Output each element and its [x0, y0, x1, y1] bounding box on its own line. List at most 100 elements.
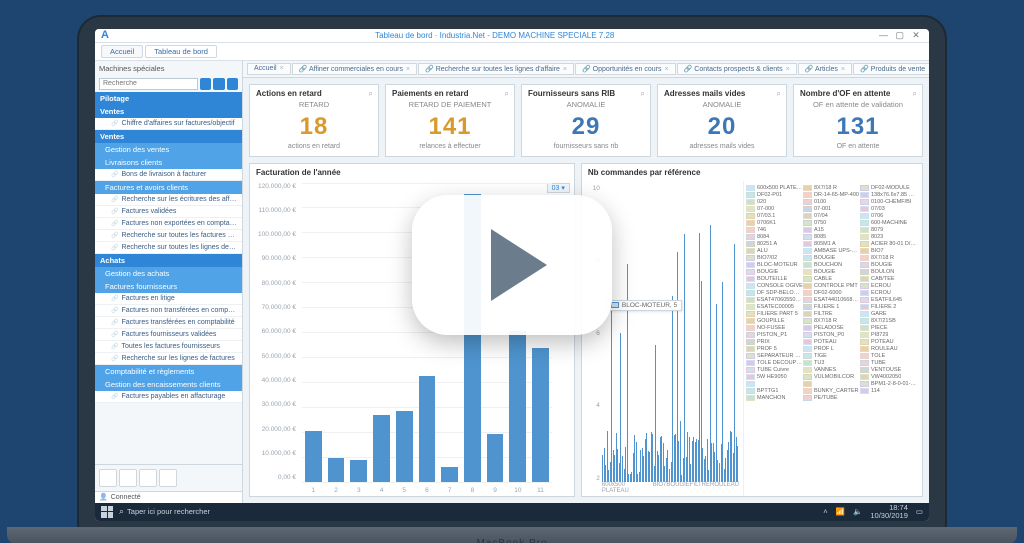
legend-item[interactable]: ECROU — [860, 290, 917, 296]
legend-item[interactable]: DF SDP-BELOW-505-M05-WSM — [746, 290, 803, 296]
legend-item[interactable]: CAB/TEE — [860, 276, 917, 282]
document-tab[interactable]: 🔗 Articles× — [798, 63, 852, 75]
sidebar-item[interactable]: Factures transférées en comptabilité — [95, 317, 242, 329]
legend-item[interactable]: 07/03.1 — [746, 213, 803, 219]
bar[interactable] — [419, 376, 436, 481]
magnify-icon[interactable]: ⌕ — [777, 89, 781, 99]
sidebar-item[interactable]: Recherche sur les lignes de factures — [95, 353, 242, 365]
sidebar-section[interactable]: Pilotage — [95, 92, 242, 105]
legend-item[interactable]: PELADOSE — [803, 325, 860, 331]
tab-close-icon[interactable]: × — [406, 66, 410, 73]
legend-item[interactable]: 8X7/21SB — [860, 318, 917, 324]
legend-item[interactable]: BPM1-2-8-0-01-RAY — [860, 381, 917, 387]
taskbar-notifications-icon[interactable]: ▭ — [916, 507, 923, 516]
legend-item[interactable]: 0706 — [860, 213, 917, 219]
legend-item[interactable]: VENTOUSE — [860, 367, 917, 373]
legend-item[interactable]: DR-14-65-MP-400 — [803, 192, 860, 198]
legend-item[interactable] — [746, 381, 803, 387]
legend-item[interactable]: TUBE Cuivre — [746, 367, 803, 373]
sidebar-subsection[interactable]: Gestion des ventes — [95, 143, 242, 156]
legend-item[interactable]: ESAT44010668610 — [803, 297, 860, 303]
legend-item[interactable]: DF02-MODULE — [860, 185, 917, 191]
sidebar-search-input[interactable] — [99, 78, 198, 90]
sidebar-subsection[interactable]: Livraisons clients — [95, 156, 242, 169]
bar[interactable] — [373, 415, 390, 482]
legend-item[interactable]: 8084 — [746, 234, 803, 240]
legend-item[interactable]: 114 — [860, 388, 917, 394]
legend-item[interactable]: FILIERE 2 — [860, 304, 917, 310]
legend-item[interactable]: CONSOLE OGIVE — [746, 283, 803, 289]
legend-item[interactable]: GARE — [860, 311, 917, 317]
ref-bar[interactable] — [684, 234, 685, 482]
legend-item[interactable]: 600x500 PLATEAU — [746, 185, 803, 191]
legend-item[interactable]: 07-000 — [746, 206, 803, 212]
bar[interactable] — [396, 411, 413, 482]
sidebar-foot-btn-3[interactable] — [139, 469, 157, 487]
legend-item[interactable]: 8X7/18 R — [803, 185, 860, 191]
legend-item[interactable]: VANNES — [803, 367, 860, 373]
bar[interactable] — [328, 458, 345, 482]
legend-item[interactable]: ESATFIL645 — [860, 297, 917, 303]
legend-item[interactable]: MANCHON — [746, 395, 803, 401]
magnify-icon[interactable]: ⌕ — [913, 89, 917, 99]
windows-start-icon[interactable] — [101, 506, 113, 518]
legend-item[interactable]: TOLE — [860, 353, 917, 359]
legend-item[interactable]: DF02-6000 — [803, 290, 860, 296]
sidebar-item[interactable]: Bons de livraison à facturer — [95, 169, 242, 181]
taskbar-search[interactable]: ⌕ Taper ici pour rechercher — [119, 506, 210, 517]
legend-item[interactable]: 8023 — [860, 234, 917, 240]
tab-close-icon[interactable]: × — [280, 65, 284, 72]
legend-item[interactable]: 0750 — [803, 220, 860, 226]
legend-item[interactable]: 805M1 A — [803, 241, 860, 247]
sidebar-item[interactable]: Factures en litige — [95, 293, 242, 305]
bar[interactable] — [487, 434, 504, 482]
bar[interactable] — [305, 431, 322, 481]
legend-item[interactable]: PI8729 — [860, 332, 917, 338]
kpi-card[interactable]: ⌕ Actions en retard RETARD 18 actions en… — [249, 84, 379, 157]
window-maximize-icon[interactable]: ▢ — [893, 30, 907, 41]
legend-item[interactable]: DF02-P01 — [746, 192, 803, 198]
legend-item[interactable]: ROULEAU — [860, 346, 917, 352]
sidebar-foot-btn-4[interactable] — [159, 469, 177, 487]
legend-item[interactable]: 0100-CHEMF/BI — [860, 199, 917, 205]
legend-item[interactable]: PRIX — [746, 339, 803, 345]
bar[interactable] — [532, 348, 549, 482]
kpi-card[interactable]: ⌕ Nombre d'OF en attente OF en attente d… — [793, 84, 923, 157]
document-tab[interactable]: 🔗 Affiner commerciales en cours× — [292, 63, 417, 75]
legend-item[interactable]: VULMOBILCOR — [803, 374, 860, 380]
sidebar-foot-btn-1[interactable] — [99, 469, 117, 487]
legend-item[interactable]: A15 — [803, 227, 860, 233]
breadcrumb-item[interactable]: Accueil — [101, 45, 143, 58]
sidebar-item[interactable]: Recherche sur les écritures des affaires — [95, 194, 242, 206]
sidebar-item[interactable]: Recherche sur toutes les lignes de factu… — [95, 242, 242, 254]
tab-close-icon[interactable]: × — [665, 66, 669, 73]
legend-item[interactable]: SEPARATEUR Vitré — [746, 353, 803, 359]
legend-item[interactable]: BPTTG1 — [746, 388, 803, 394]
legend-item[interactable]: 5W HE9050 — [746, 374, 803, 380]
legend-item[interactable]: BOULON — [860, 269, 917, 275]
legend-item[interactable]: PROF L — [803, 346, 860, 352]
document-tab[interactable]: Accueil× — [247, 63, 291, 75]
legend-item[interactable]: FILIERE PART 5 — [746, 311, 803, 317]
document-tab[interactable]: 🔗 Recherche sur toutes les lignes d'affa… — [418, 63, 574, 75]
kpi-card[interactable]: ⌕ Paiements en retard RETARD DE PAIEMENT… — [385, 84, 515, 157]
sidebar-search-go-icon[interactable] — [213, 78, 224, 90]
legend-item[interactable]: CONTROLE PMT — [803, 283, 860, 289]
legend-item[interactable]: BUNKY_CARTER — [803, 388, 860, 394]
legend-item[interactable]: VW4002050 — [860, 374, 917, 380]
legend-item[interactable]: BIO7/02 — [746, 255, 803, 261]
legend-item[interactable]: 8085 — [803, 234, 860, 240]
legend-item[interactable]: 07/03 — [860, 206, 917, 212]
video-play-button[interactable] — [412, 195, 612, 335]
legend-item[interactable]: BOUTEILLE — [746, 276, 803, 282]
tab-close-icon[interactable]: × — [563, 66, 567, 73]
legend-item[interactable]: BOUGIE — [803, 255, 860, 261]
legend-item[interactable]: 07/04 — [803, 213, 860, 219]
sidebar-foot-btn-2[interactable] — [119, 469, 137, 487]
sidebar-item[interactable]: Factures non exportées en comptabilité — [95, 218, 242, 230]
magnify-icon[interactable]: ⌕ — [641, 89, 645, 99]
legend-item[interactable]: ECROU — [860, 283, 917, 289]
legend-item[interactable]: BOUGIE — [746, 269, 803, 275]
tab-close-icon[interactable]: × — [786, 66, 790, 73]
legend-item[interactable]: ACIER 80-01 D/EM-10 — [860, 241, 917, 247]
